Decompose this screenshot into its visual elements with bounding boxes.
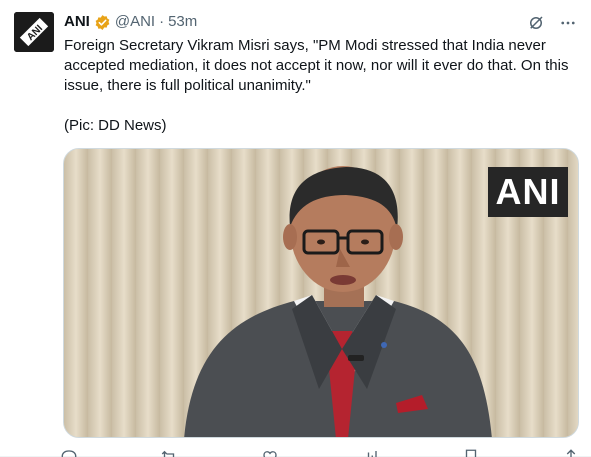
bookmark-icon[interactable] (462, 448, 480, 457)
like-icon[interactable] (261, 448, 279, 457)
grok-icon[interactable] (527, 14, 545, 32)
handle[interactable]: @ANI (115, 12, 155, 32)
tweet-actions (60, 448, 580, 457)
display-name[interactable]: ANI (64, 12, 90, 32)
more-options-icon[interactable] (559, 14, 577, 32)
avatar[interactable]: ANI (14, 12, 54, 52)
reply-icon[interactable] (60, 448, 78, 457)
tweet-media[interactable]: ANI (63, 148, 579, 438)
views-icon[interactable] (361, 448, 379, 457)
tweet-header: ANI @ANI · 53m (64, 12, 197, 32)
ani-logo-icon: ANI (14, 12, 54, 52)
watermark-text: ANI (495, 171, 561, 212)
tweet-text: Foreign Secretary Vikram Misri says, "PM… (64, 37, 569, 134)
ani-watermark: ANI (488, 167, 568, 217)
timestamp[interactable]: 53m (168, 12, 197, 32)
verified-badge-icon[interactable] (94, 14, 111, 31)
share-icon[interactable] (562, 448, 580, 457)
repost-icon[interactable] (160, 448, 178, 457)
tweet-card[interactable]: ANI ANI @ANI · 53m Foreign Secretary Vik… (0, 0, 591, 457)
header-actions (527, 14, 577, 32)
separator: · (159, 13, 165, 30)
